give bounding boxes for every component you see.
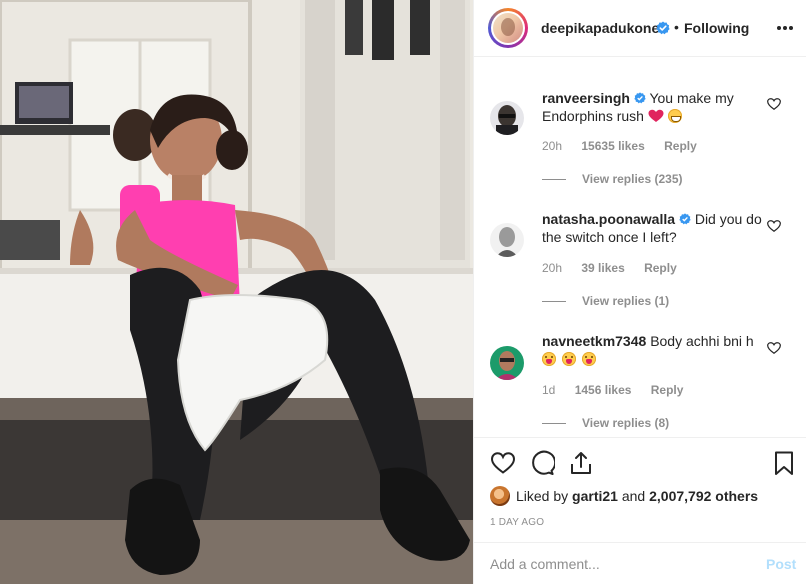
comment-time: 20h — [542, 261, 563, 275]
more-horizontal-icon[interactable] — [775, 17, 795, 37]
comment-likes[interactable]: 1456 likes — [575, 383, 632, 397]
author-avatar[interactable] — [488, 8, 528, 48]
comment-likes[interactable]: 15635 likes — [581, 139, 644, 153]
comment-like-heart-icon[interactable] — [767, 97, 781, 111]
share-icon[interactable] — [568, 450, 594, 476]
commenter-avatar[interactable] — [490, 101, 524, 135]
add-comment-bar: Post — [474, 542, 806, 584]
comment-like-heart-icon[interactable] — [767, 341, 781, 355]
tongue-wink-icon — [581, 352, 596, 366]
following-button[interactable]: Following — [684, 20, 749, 36]
commenter-username[interactable]: navneetkm7348 — [542, 333, 646, 349]
liked-by-others[interactable]: 2,007,792 others — [649, 488, 758, 504]
comment-body: Body achhi bni h — [650, 333, 754, 349]
liked-by-prefix: Liked by — [516, 488, 569, 504]
view-replies-button[interactable]: View replies (8) — [542, 416, 669, 430]
author-username[interactable]: deepikapadukone — [541, 20, 659, 36]
heart-outline-icon[interactable] — [490, 450, 516, 476]
commenter-username[interactable]: natasha.poonawalla — [542, 211, 675, 227]
verified-badge-icon — [634, 90, 646, 106]
comment-meta: 20h 15635 likes Reply — [542, 139, 713, 153]
liked-by-and: and — [621, 488, 646, 504]
reply-button[interactable]: Reply — [651, 383, 684, 397]
comment-likes[interactable]: 39 likes — [581, 261, 624, 275]
reply-button[interactable]: Reply — [664, 139, 697, 153]
add-comment-input[interactable] — [490, 553, 750, 575]
post-photo[interactable] — [0, 0, 473, 584]
comment-meta: 20h 39 likes Reply — [542, 261, 693, 275]
comment-text: natasha.poonawalla Did you do the switch… — [542, 210, 762, 246]
view-replies-button[interactable]: View replies (1) — [542, 294, 669, 308]
view-replies-label: View replies (235) — [582, 172, 683, 186]
view-replies-label: View replies (1) — [582, 294, 670, 308]
liked-by-user[interactable]: garti21 — [572, 488, 618, 504]
red-heart-icon — [648, 108, 664, 124]
post-timestamp[interactable]: 1 DAY AGO — [490, 517, 544, 528]
liker-avatar[interactable] — [490, 486, 510, 506]
gym-scene — [0, 0, 473, 584]
verified-badge-icon — [656, 21, 670, 40]
commenter-avatar[interactable] — [490, 223, 524, 257]
commenter-username[interactable]: ranveersingh — [542, 90, 630, 106]
view-replies-label: View replies (8) — [582, 416, 670, 430]
grinning-squint-icon — [667, 109, 682, 123]
comment-bubble-icon[interactable] — [529, 450, 557, 476]
verified-badge-icon — [679, 211, 691, 227]
view-replies-button[interactable]: View replies (235) — [542, 172, 683, 186]
bookmark-icon[interactable] — [771, 450, 797, 476]
tongue-wink-icon — [561, 352, 576, 366]
comment-time: 1d — [542, 383, 556, 397]
comment-time: 20h — [542, 139, 563, 153]
comment-text: navneetkm7348 Body achhi bni h — [542, 332, 762, 368]
header-separator: • — [674, 19, 679, 35]
comment-meta: 1d 1456 likes Reply — [542, 383, 699, 397]
comments-list[interactable]: ranveersingh You make my Endorphins rush… — [474, 58, 806, 436]
comment-text: ranveersingh You make my Endorphins rush — [542, 89, 762, 125]
commenter-avatar[interactable] — [490, 346, 524, 380]
liked-by-text: Liked by garti21 and 2,007,792 others — [490, 486, 758, 506]
tongue-wink-icon — [542, 352, 556, 366]
post-comment-button[interactable]: Post — [766, 556, 796, 572]
post-actions: Liked by garti21 and 2,007,792 others 1 … — [474, 437, 806, 541]
post-sidebar: deepikapadukone • Following ranveersingh — [473, 0, 806, 584]
comment-like-heart-icon[interactable] — [767, 219, 781, 233]
post-header: deepikapadukone • Following — [474, 0, 806, 57]
reply-button[interactable]: Reply — [644, 261, 677, 275]
